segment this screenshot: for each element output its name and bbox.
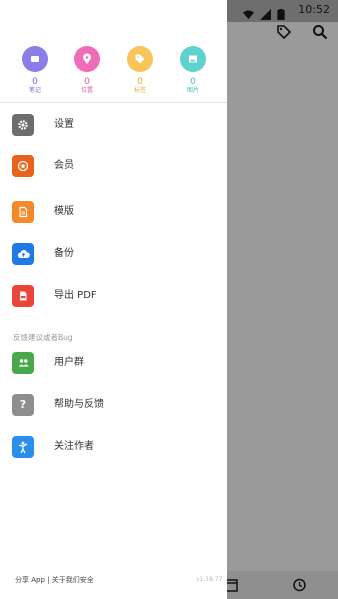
- feedback-section-header: 反馈建议或者Bug: [13, 333, 73, 342]
- menu-item-template[interactable]: 模版: [0, 192, 227, 232]
- stats-row: 0 笔记 0 位置 0 标签 0 图片: [0, 46, 227, 102]
- note-icon: [22, 46, 48, 72]
- help-icon: ?: [12, 394, 34, 416]
- search-icon[interactable]: [312, 24, 328, 40]
- stat-value: 0: [137, 77, 143, 87]
- stat-label: 位置: [80, 87, 93, 94]
- divider: [0, 102, 227, 103]
- stat-tags[interactable]: 0 标签: [125, 46, 155, 95]
- stat-value: 0: [32, 77, 38, 87]
- pdf-icon: [12, 285, 34, 307]
- group-icon: [12, 352, 34, 374]
- menu-item-member[interactable]: 会员: [0, 146, 227, 186]
- follow-icon: [12, 436, 34, 458]
- stat-notes[interactable]: 0 笔记: [20, 46, 50, 95]
- menu-item-help-feedback[interactable]: ? 帮助与反馈: [0, 385, 227, 425]
- stat-images[interactable]: 0 图片: [178, 46, 208, 95]
- tag-icon: [127, 46, 153, 72]
- battery-icon: [277, 5, 288, 20]
- menu-item-label: 用户群: [54, 357, 84, 368]
- location-icon: [74, 46, 100, 72]
- signal-icon: [260, 5, 271, 20]
- wifi-icon: [243, 5, 254, 20]
- gear-icon: [12, 114, 34, 136]
- app-version: v1.18.77: [196, 576, 223, 583]
- menu-item-label: 备份: [54, 248, 74, 259]
- menu-item-user-group[interactable]: 用户群: [0, 343, 227, 383]
- stat-label: 图片: [186, 87, 199, 94]
- menu-item-label: 导出 PDF: [54, 290, 97, 301]
- menu-item-export-pdf[interactable]: 导出 PDF: [0, 276, 227, 316]
- history-icon[interactable]: [292, 577, 306, 592]
- menu-item-follow-author[interactable]: 关注作者: [0, 427, 227, 467]
- cloud-upload-icon: [12, 243, 34, 265]
- image-icon: [180, 46, 206, 72]
- stat-label: 笔记: [28, 87, 41, 94]
- menu-item-label: 模版: [54, 206, 74, 217]
- stat-value: 0: [190, 77, 196, 87]
- footer-links[interactable]: 分享 App | 关于我们安全: [15, 575, 94, 585]
- status-time: 10:52: [298, 3, 330, 16]
- member-icon: [12, 155, 34, 177]
- tag-icon[interactable]: [276, 24, 292, 40]
- menu-item-label: 设置: [54, 119, 74, 130]
- menu-item-backup[interactable]: 备份: [0, 234, 227, 274]
- menu-item-label: 关注作者: [54, 441, 94, 452]
- bottom-bar: [224, 571, 338, 599]
- stat-label: 标签: [133, 87, 146, 94]
- template-icon: [12, 201, 34, 223]
- menu-item-label: 帮助与反馈: [54, 399, 104, 410]
- stat-locations[interactable]: 0 位置: [72, 46, 102, 95]
- navigation-drawer: 0 笔记 0 位置 0 标签 0 图片 设置 会员 模版 备份 导出 PDF 反…: [0, 0, 227, 599]
- stat-value: 0: [84, 77, 90, 87]
- menu-item-label: 会员: [54, 160, 74, 171]
- menu-item-settings[interactable]: 设置: [0, 105, 227, 145]
